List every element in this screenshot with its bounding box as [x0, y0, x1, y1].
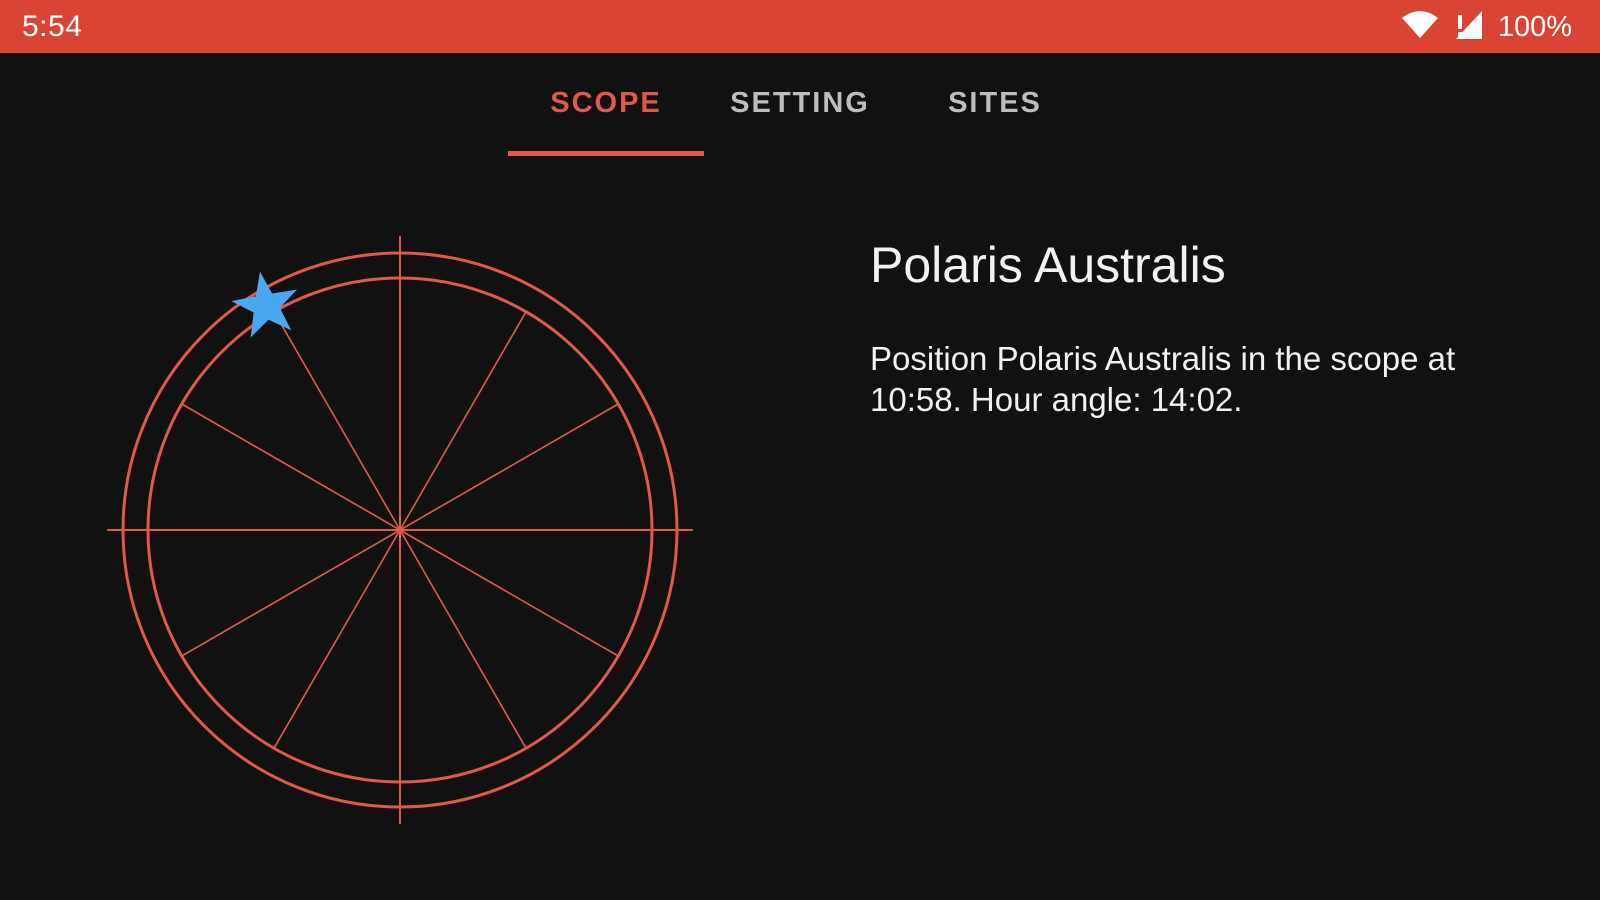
- wifi-icon: [1400, 10, 1440, 45]
- status-time: 5:54: [22, 10, 83, 43]
- hour-line: [273, 529, 401, 749]
- tab-sites[interactable]: SITES: [920, 87, 1070, 120]
- cellular-signal-icon: [1454, 9, 1484, 46]
- active-tab-indicator: [508, 151, 704, 156]
- tab-bar: SCOPE SETTING SITES: [0, 53, 1600, 163]
- hour-line: [399, 403, 619, 531]
- status-icons: 100%: [1400, 9, 1572, 45]
- hour-line: [399, 311, 527, 531]
- scope-center: [397, 527, 403, 533]
- hour-line: [399, 529, 527, 749]
- tab-setting[interactable]: SETTING: [720, 87, 880, 120]
- hour-line: [399, 529, 619, 657]
- app-screen: 5:54 100% SCOPE SETTING SITES Polaris Au…: [0, 0, 1600, 900]
- tab-scope[interactable]: SCOPE: [520, 87, 692, 120]
- hour-line: [273, 311, 401, 531]
- target-instructions: Position Polaris Australis in the scope …: [870, 340, 1456, 418]
- target-title: Polaris Australis: [870, 237, 1226, 293]
- polar-scope-reticle: [100, 228, 700, 828]
- battery-level: 100%: [1497, 10, 1572, 43]
- status-bar: 5:54 100%: [0, 0, 1600, 53]
- hour-line: [181, 529, 401, 657]
- hour-line: [181, 403, 401, 531]
